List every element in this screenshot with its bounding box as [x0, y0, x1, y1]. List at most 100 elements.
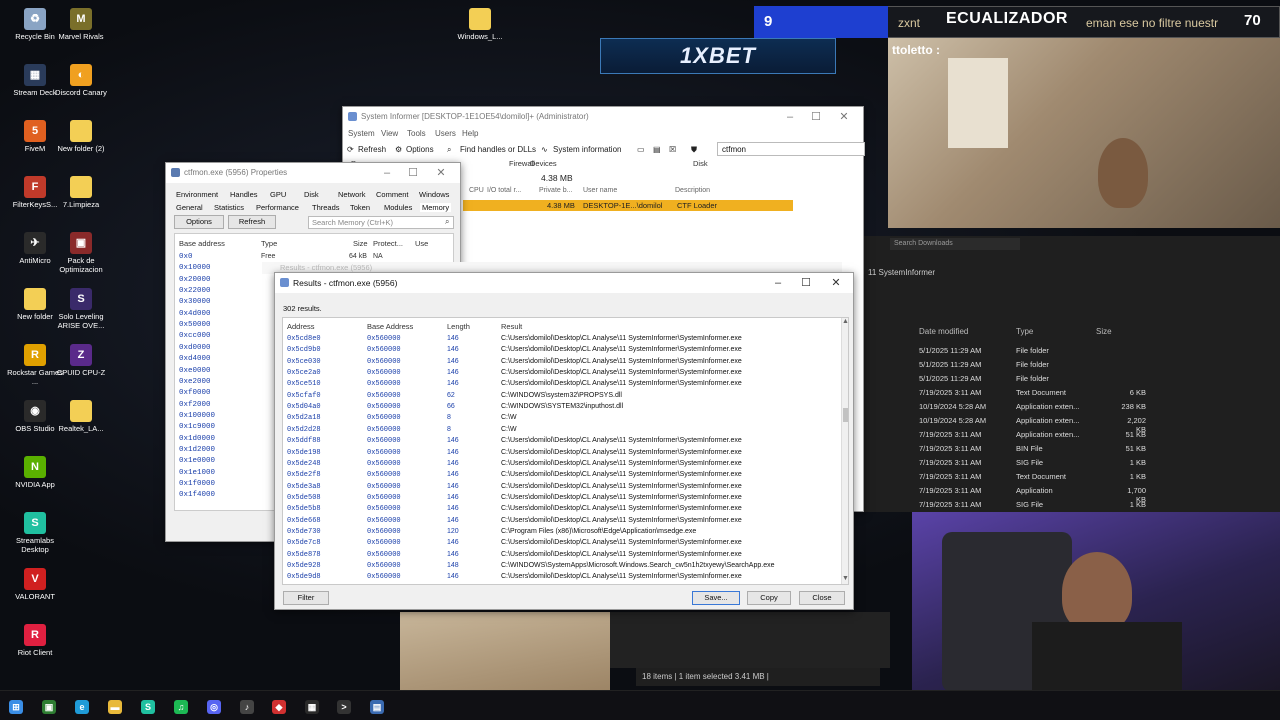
- desktop-icon-discord-canary[interactable]: ◐ Discord Canary: [51, 64, 111, 97]
- col-length[interactable]: Length: [447, 322, 470, 331]
- app-red-icon[interactable]: ◆: [272, 700, 286, 714]
- memory-address[interactable]: 0x1e0000: [179, 457, 215, 465]
- desktop-icon-cpuid-cpu-z[interactable]: Z CPUID CPU-Z: [51, 344, 111, 377]
- find-handles-button[interactable]: Find handles or DLLs: [460, 145, 536, 154]
- results-row[interactable]: 0x5de5b8 0x560000 146 C:\Users\domilol\Desk…: [283, 504, 838, 515]
- results-scrollbar[interactable]: [841, 318, 848, 584]
- gear-icon[interactable]: ⚙: [395, 145, 402, 154]
- explorer-row[interactable]: 7/19/2025 3:11 AM Application exten... 51 …: [916, 428, 1276, 442]
- search-icon[interactable]: ⌕: [445, 217, 449, 227]
- maximize-button[interactable]: ☐: [803, 109, 829, 125]
- results-row[interactable]: 0x5de878 0x560000 146 C:\Users\domilol\Desk…: [283, 550, 838, 561]
- tab-disk[interactable]: Disk: [304, 190, 319, 199]
- desktop-icon-nvidia-app[interactable]: N NVIDIA App: [5, 456, 65, 489]
- spotify-icon[interactable]: ♫: [174, 700, 188, 714]
- memory-address[interactable]: 0x1f0000: [179, 480, 215, 488]
- refresh-icon[interactable]: ⟳: [347, 145, 354, 154]
- tab-threads[interactable]: Threads: [312, 203, 340, 212]
- desktop-icon-realtek-la[interactable]: Realtek_LA...: [51, 400, 111, 433]
- tab-devices[interactable]: Devices: [530, 159, 557, 168]
- memory-address[interactable]: 0x1e1000: [179, 469, 215, 477]
- activity-icon[interactable]: ∿: [541, 145, 548, 154]
- memory-address[interactable]: 0xf2000: [179, 401, 211, 409]
- desktop-icon-windows-l[interactable]: Windows_L...: [450, 8, 510, 41]
- print-icon[interactable]: ▤: [653, 145, 661, 154]
- scroll-up-icon[interactable]: ▲: [842, 318, 848, 325]
- results-row[interactable]: 0x5de248 0x560000 146 C:\Users\domilol\Desk…: [283, 459, 838, 470]
- memory-address[interactable]: 0x4d000: [179, 310, 211, 318]
- window-icon[interactable]: ▭: [637, 145, 645, 154]
- results-maximize-button[interactable]: ☐: [793, 275, 819, 291]
- props-close-button[interactable]: ✕: [428, 165, 454, 181]
- explorer-row[interactable]: 7/19/2025 3:11 AM SIG File 1 KB: [916, 498, 1276, 512]
- col-size[interactable]: Size: [353, 239, 368, 248]
- col-type[interactable]: Type: [261, 239, 277, 248]
- results-row[interactable]: 0x5d2d28 0x560000 8 C:\W: [283, 425, 838, 436]
- explorer-row[interactable]: 7/19/2025 3:11 AM BIN File 51 KB: [916, 442, 1276, 456]
- start-icon[interactable]: ⊞: [9, 700, 23, 714]
- results-row[interactable]: 0x5ce510 0x560000 146 C:\Users\domilol\Desk…: [283, 379, 838, 390]
- tab-comment[interactable]: Comment: [376, 190, 409, 199]
- memory-address[interactable]: 0x1f4000: [179, 491, 215, 499]
- memory-address[interactable]: 0xcc000: [179, 332, 211, 340]
- tab-windows[interactable]: Windows: [419, 190, 449, 199]
- menu-users[interactable]: Users: [435, 129, 456, 138]
- memory-address[interactable]: 0x22000: [179, 287, 211, 295]
- process-row-ctfmon[interactable]: 4.38 MB DESKTOP-1E...\domilol CTF Loader: [463, 200, 793, 211]
- file-explorer-icon[interactable]: ▬: [108, 700, 122, 714]
- memory-address[interactable]: 0x50000: [179, 321, 211, 329]
- tab-modules[interactable]: Modules: [384, 203, 412, 212]
- memory-options-button[interactable]: Options: [174, 215, 224, 229]
- col-protect[interactable]: Protect...: [373, 239, 403, 248]
- tab-statistics[interactable]: Statistics: [214, 203, 244, 212]
- results-row[interactable]: 0x5de198 0x560000 146 C:\Users\domilol\Desk…: [283, 448, 838, 459]
- tab-disk[interactable]: Disk: [693, 159, 708, 168]
- desktop-icon-streamlabs-desktop[interactable]: S Streamlabs Desktop: [5, 512, 65, 554]
- col-use[interactable]: Use: [415, 239, 428, 248]
- scrollbar-thumb[interactable]: [843, 408, 848, 422]
- menu-system[interactable]: System: [348, 129, 375, 138]
- results-row[interactable]: 0x5cfaf0 0x560000 62 C:\WINDOWS\system32\PR…: [283, 391, 838, 402]
- explorer-row[interactable]: 10/19/2024 5:28 AM Application exten... 23…: [916, 400, 1276, 414]
- tab-environment[interactable]: Environment: [176, 190, 218, 199]
- close-button[interactable]: Close: [799, 591, 845, 605]
- system-informer-icon[interactable]: ▤: [370, 700, 384, 714]
- tab-memory[interactable]: Memory: [420, 203, 452, 212]
- si-refresh-button[interactable]: Refresh: [358, 145, 386, 154]
- col-type[interactable]: Type: [1016, 327, 1033, 336]
- app-icon[interactable]: ▣: [42, 700, 56, 714]
- results-row[interactable]: 0x5de668 0x560000 146 C:\Users\domilol\Desk…: [283, 516, 838, 527]
- col-io-total[interactable]: I/O total r...: [487, 187, 521, 194]
- minimize-button[interactable]: –: [777, 109, 803, 125]
- explorer-row[interactable]: 5/1/2025 11:29 AM File folder: [916, 372, 1276, 386]
- memory-search-input[interactable]: Search Memory (Ctrl+K): [308, 216, 454, 229]
- menu-view[interactable]: View: [381, 129, 398, 138]
- memory-address[interactable]: 0x1d2000: [179, 446, 215, 454]
- app-dark-icon[interactable]: ▦: [305, 700, 319, 714]
- memory-address[interactable]: 0xd4000: [179, 355, 211, 363]
- results-row[interactable]: 0x5ce2a0 0x560000 146 C:\Users\domilol\Desk…: [283, 368, 838, 379]
- explorer-row[interactable]: 10/19/2024 5:28 AM Application exten... 2,…: [916, 414, 1276, 434]
- audio-icon[interactable]: ♪: [240, 700, 254, 714]
- results-row[interactable]: 0x5de9d8 0x560000 146 C:\Users\domilol\Desk…: [283, 572, 838, 583]
- system-information-button[interactable]: System information: [553, 145, 621, 154]
- memory-address[interactable]: 0xf0000: [179, 389, 211, 397]
- results-row[interactable]: 0x5de730 0x560000 120 C:\Program Files (x86…: [283, 527, 838, 538]
- close-button[interactable]: ✕: [831, 109, 857, 125]
- explorer-row[interactable]: 5/1/2025 11:29 AM File folder: [916, 344, 1276, 358]
- memory-address[interactable]: 0x1d0000: [179, 435, 215, 443]
- results-row[interactable]: 0x5cd8e0 0x560000 146 C:\Users\domilol\Desk…: [283, 334, 838, 345]
- col-size[interactable]: Size: [1096, 327, 1112, 336]
- results-row[interactable]: 0x5cd9b0 0x560000 146 C:\Users\domilol\Desk…: [283, 345, 838, 356]
- desktop-icon-marvel-rivals[interactable]: M Marvel Rivals: [51, 8, 111, 41]
- copy-button[interactable]: Copy: [747, 591, 791, 605]
- edge-icon[interactable]: e: [75, 700, 89, 714]
- desktop-icon-solo-leveling-arise-ove[interactable]: S Solo Leveling ARISE OVE...: [51, 288, 111, 330]
- memory-refresh-button[interactable]: Refresh: [228, 215, 276, 229]
- memory-address[interactable]: 0xe2000: [179, 378, 211, 386]
- desktop-icon-riot-client[interactable]: R Riot Client: [5, 624, 65, 657]
- tab-general[interactable]: General: [176, 203, 203, 212]
- tab-token[interactable]: Token: [350, 203, 370, 212]
- search-icon[interactable]: ⌕: [447, 145, 451, 155]
- memory-address[interactable]: 0xd0000: [179, 344, 211, 352]
